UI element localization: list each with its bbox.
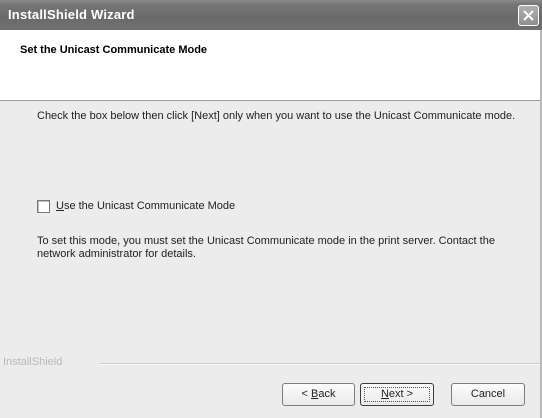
mnemonic-u: U [56, 200, 64, 212]
wizard-header: Set the Unicast Communicate Mode [0, 30, 542, 101]
window-title: InstallShield Wizard [8, 7, 135, 22]
installshield-brand: InstallShield [3, 356, 63, 368]
brand-divider [100, 363, 540, 365]
close-icon [523, 10, 534, 21]
unicast-mode-checkbox[interactable] [37, 200, 50, 213]
checkbox-label-text: se the Unicast Communicate Mode [63, 200, 236, 212]
instruction-note: To set this mode, you must set the Unica… [37, 235, 495, 260]
back-label: ack [318, 388, 336, 400]
close-button[interactable] [518, 5, 539, 26]
page-title: Set the Unicast Communicate Mode [20, 44, 208, 56]
title-bar: InstallShield Wizard [0, 0, 542, 30]
intro-text: Check the box below then click [Next] on… [37, 110, 516, 122]
focus-ring [364, 387, 430, 402]
back-button[interactable]: < Back [282, 383, 355, 406]
back-arrow: < [301, 388, 311, 400]
cancel-button[interactable]: Cancel [451, 383, 525, 406]
installshield-wizard-window: InstallShield Wizard Set the Unicast Com… [0, 0, 542, 418]
next-button[interactable]: Next > [360, 383, 434, 406]
unicast-mode-checkbox-label[interactable]: Use the Unicast Communicate Mode [56, 200, 235, 212]
